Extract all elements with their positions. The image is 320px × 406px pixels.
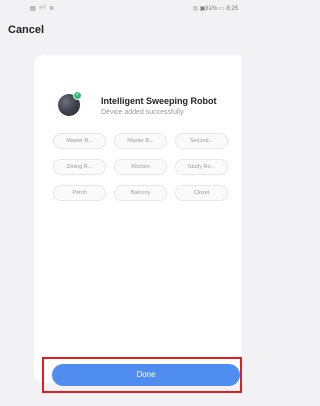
room-chip-dining-room[interactable]: Dining R... [53,159,106,175]
room-chip-closet[interactable]: Closet [175,185,228,201]
device-row: ✓ Intelligent Sweeping Robot Device adde… [58,88,242,118]
status-bar: ▤ ᵃˡˡ ≋ ◎ ▣81% ▭ 8:25 [0,0,242,18]
check-icon: ✓ [73,91,82,100]
room-chip-master-bedroom-1[interactable]: Master B... [53,133,106,149]
room-chip-master-bedroom-2[interactable]: Master B... [114,133,167,149]
device-status: Device added successfully [101,109,184,116]
done-button[interactable]: Done [52,364,240,386]
battery-time: ◎ ▣81% ▭ 8:25 [192,6,238,12]
room-chip-balcony[interactable]: Balcony [114,185,167,201]
device-name: Intelligent Sweeping Robot [101,96,217,106]
room-chip-second-bedroom[interactable]: Second... [175,133,228,149]
signal-wifi-icons: ▤ ᵃˡˡ ≋ [30,6,56,12]
room-chip-study-room[interactable]: Study Ro... [175,159,228,175]
room-chip-kitchen[interactable]: Kitchen [114,159,167,175]
cancel-button[interactable]: Cancel [8,24,44,36]
room-chip-porch[interactable]: Porch [53,185,106,201]
device-card: ✓ Intelligent Sweeping Robot Device adde… [34,55,242,383]
